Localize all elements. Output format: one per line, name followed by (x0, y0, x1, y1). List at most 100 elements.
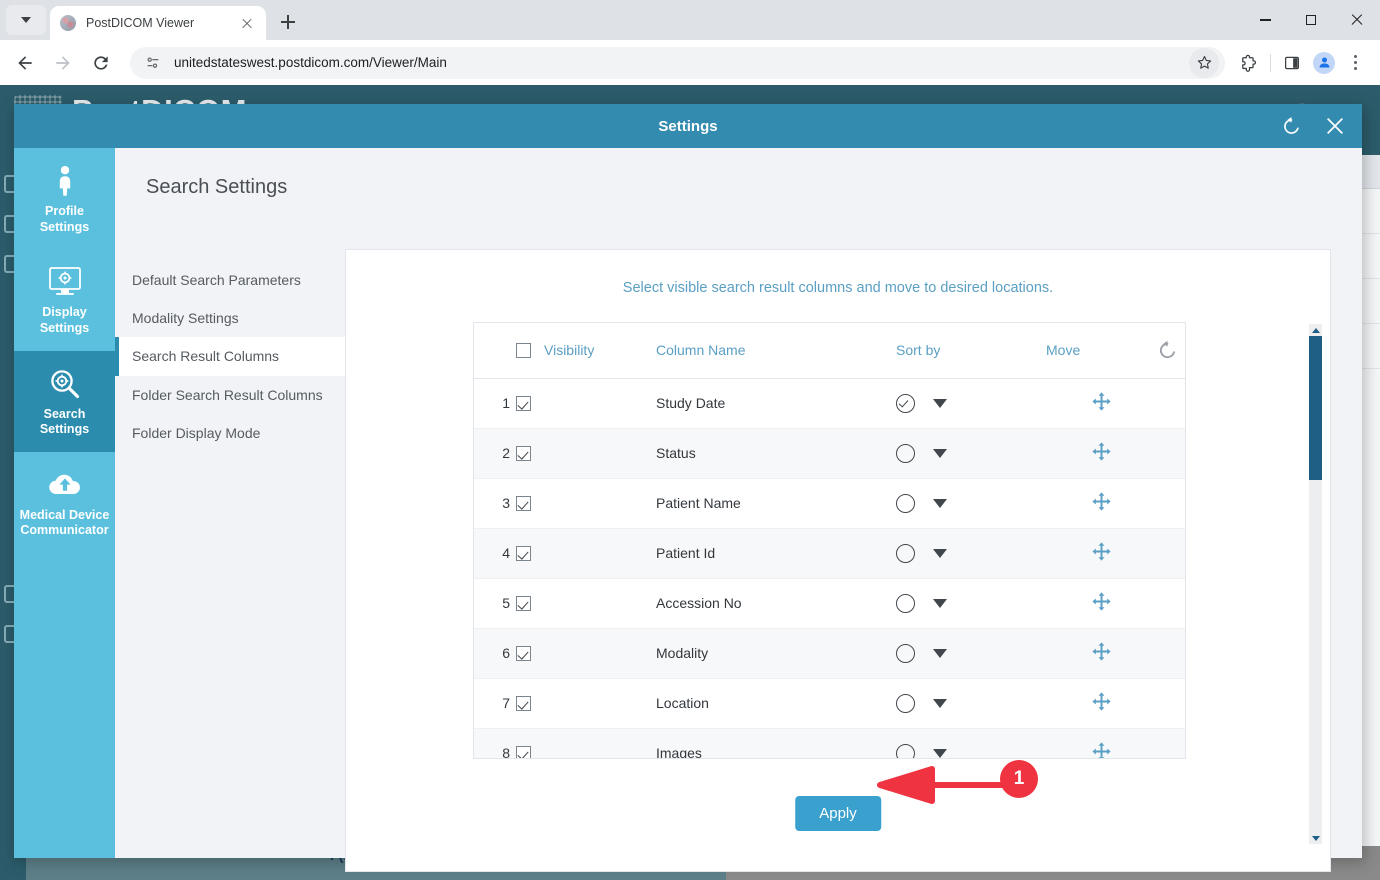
table-row[interactable]: 5 Accession No (474, 578, 1185, 629)
row-move-cell[interactable] (1046, 478, 1156, 529)
sort-direction-caret-icon[interactable] (933, 448, 947, 458)
visibility-checkbox[interactable] (516, 396, 531, 412)
reset-icon[interactable] (1156, 340, 1179, 358)
submenu-item-modality-settings[interactable]: Modality Settings (115, 299, 345, 337)
back-button[interactable] (8, 46, 42, 80)
new-tab-button[interactable] (274, 8, 302, 36)
move-arrows-icon[interactable] (1091, 592, 1112, 615)
sort-direction-caret-icon[interactable] (933, 598, 947, 608)
close-icon[interactable] (1322, 113, 1348, 139)
submenu-item-folder-search-result-columns[interactable]: Folder Search Result Columns (115, 376, 345, 414)
table-row[interactable]: 6 Modality (474, 628, 1185, 679)
sort-radio[interactable] (896, 543, 915, 563)
forward-button[interactable] (46, 46, 80, 80)
table-row[interactable]: 2 Status (474, 428, 1185, 479)
apply-button[interactable]: Apply (795, 796, 881, 831)
row-move-cell[interactable] (1046, 378, 1156, 429)
visibility-checkbox[interactable] (516, 546, 531, 562)
row-visibility-cell[interactable] (516, 378, 656, 429)
row-sort-cell[interactable] (896, 478, 1046, 529)
side-panel-button[interactable] (1276, 47, 1308, 79)
row-move-cell[interactable] (1046, 728, 1156, 758)
sort-radio[interactable] (896, 593, 915, 613)
table-row[interactable]: 1 Study Date (474, 378, 1185, 429)
sidebar-item-medical-device-communicator[interactable]: Medical Device Communicator (14, 452, 115, 553)
close-icon[interactable] (238, 14, 256, 32)
submenu-item-search-result-columns[interactable]: Search Result Columns (115, 337, 345, 376)
sort-direction-caret-icon[interactable] (933, 748, 947, 758)
row-move-cell[interactable] (1046, 528, 1156, 579)
move-arrows-icon[interactable] (1091, 542, 1112, 565)
sort-direction-caret-icon[interactable] (933, 548, 947, 558)
move-arrows-icon[interactable] (1091, 642, 1112, 665)
visibility-checkbox[interactable] (516, 696, 531, 712)
table-row[interactable]: 3 Patient Name (474, 478, 1185, 529)
row-sort-cell[interactable] (896, 728, 1046, 758)
visibility-checkbox[interactable] (516, 496, 531, 512)
sidebar-item-search-settings[interactable]: Search Settings (14, 350, 115, 452)
row-visibility-cell[interactable] (516, 728, 656, 758)
minimize-button[interactable] (1242, 0, 1288, 40)
row-sort-cell[interactable] (896, 578, 1046, 629)
row-visibility-cell[interactable] (516, 528, 656, 579)
visibility-checkbox[interactable] (516, 446, 531, 462)
sort-radio[interactable] (896, 393, 915, 413)
submenu-item-folder-display-mode[interactable]: Folder Display Mode (115, 414, 345, 452)
row-visibility-cell[interactable] (516, 578, 656, 629)
table-row[interactable]: 4 Patient Id (474, 528, 1185, 579)
row-sort-cell[interactable] (896, 428, 1046, 479)
sidebar-item-label: Profile Settings (39, 204, 90, 234)
row-sort-cell[interactable] (896, 628, 1046, 679)
row-move-cell[interactable] (1046, 628, 1156, 679)
sidebar-item-profile-settings[interactable]: Profile Settings (14, 148, 115, 249)
move-arrows-icon[interactable] (1091, 492, 1112, 515)
move-arrows-icon[interactable] (1091, 692, 1112, 715)
tab-search-button[interactable] (6, 5, 46, 35)
sort-radio[interactable] (896, 443, 915, 463)
select-all-checkbox[interactable] (516, 342, 531, 358)
row-sort-cell[interactable] (896, 528, 1046, 579)
star-icon[interactable] (1189, 47, 1219, 78)
sort-radio[interactable] (896, 493, 915, 513)
visibility-checkbox[interactable] (516, 596, 531, 612)
panel-scrollbar[interactable] (1309, 324, 1322, 844)
sort-radio[interactable] (896, 693, 915, 713)
reload-button[interactable] (84, 46, 118, 80)
profile-button[interactable] (1308, 47, 1340, 79)
browser-tab[interactable]: PostDICOM Viewer (50, 6, 266, 40)
row-visibility-cell[interactable] (516, 478, 656, 529)
submenu-item-default-search-parameters[interactable]: Default Search Parameters (115, 261, 345, 299)
sort-direction-caret-icon[interactable] (933, 698, 947, 708)
sort-direction-caret-icon[interactable] (933, 498, 947, 508)
row-sort-cell[interactable] (896, 678, 1046, 729)
move-arrows-icon[interactable] (1091, 742, 1112, 758)
row-visibility-cell[interactable] (516, 428, 656, 479)
scroll-up-arrow[interactable] (1309, 324, 1322, 336)
site-settings-icon[interactable] (142, 52, 164, 74)
address-bar[interactable]: unitedstateswest.postdicom.com/Viewer/Ma… (130, 46, 1225, 79)
maximize-button[interactable] (1288, 0, 1334, 40)
row-move-cell[interactable] (1046, 428, 1156, 479)
sort-direction-caret-icon[interactable] (933, 398, 947, 408)
row-move-cell[interactable] (1046, 678, 1156, 729)
table-row[interactable]: 8 Images (474, 728, 1185, 758)
sort-direction-caret-icon[interactable] (933, 648, 947, 658)
table-row[interactable]: 7 Location (474, 678, 1185, 729)
sidebar-item-display-settings[interactable]: Display Settings (14, 249, 115, 350)
browser-menu-button[interactable] (1340, 47, 1372, 79)
move-arrows-icon[interactable] (1091, 442, 1112, 465)
scrollbar-thumb[interactable] (1309, 336, 1322, 480)
row-visibility-cell[interactable] (516, 678, 656, 729)
row-move-cell[interactable] (1046, 578, 1156, 629)
visibility-checkbox[interactable] (516, 746, 531, 758)
sort-radio[interactable] (896, 643, 915, 663)
row-visibility-cell[interactable] (516, 628, 656, 679)
extensions-button[interactable] (1233, 47, 1265, 79)
sort-radio[interactable] (896, 743, 915, 758)
move-arrows-icon[interactable] (1091, 392, 1112, 415)
close-window-button[interactable] (1334, 0, 1380, 40)
visibility-checkbox[interactable] (516, 646, 531, 662)
row-index: 3 (474, 478, 516, 529)
row-sort-cell[interactable] (896, 378, 1046, 429)
reset-icon[interactable] (1278, 113, 1304, 139)
